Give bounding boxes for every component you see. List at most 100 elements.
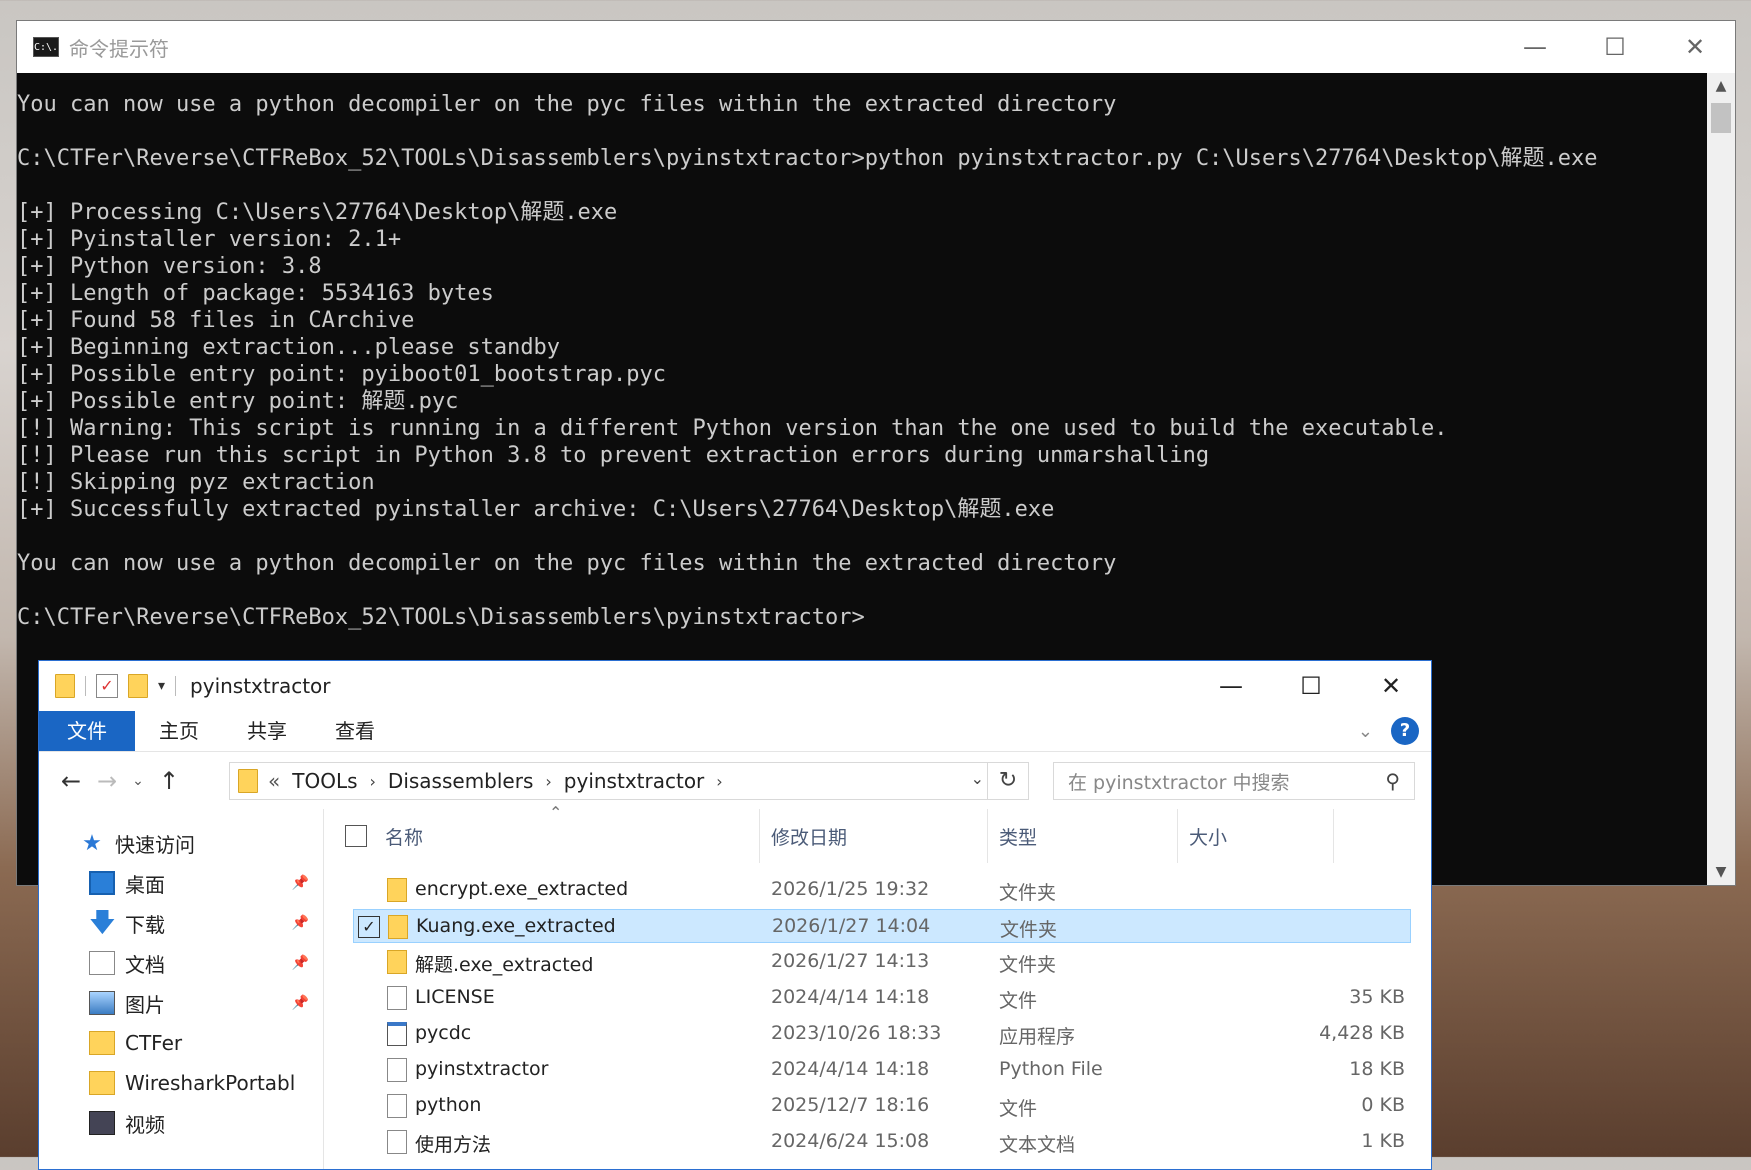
new-folder-icon[interactable] (128, 674, 148, 698)
application-icon (387, 1022, 407, 1046)
console-line: [!] Please run this script in Python 3.8… (17, 443, 1210, 468)
console-line: [+] Python version: 3.8 (17, 254, 322, 279)
address-bar[interactable]: « TOOLs › Disassemblers › pyinstxtractor… (229, 762, 1029, 800)
close-button[interactable]: ✕ (1351, 661, 1431, 711)
ribbon-tabs: 文件 主页 共享 查看 ⌄ ? (39, 711, 1431, 752)
table-row[interactable]: pycdc 2023/10/26 18:33 应用程序 4,428 KB (353, 1017, 1411, 1051)
file-type: 文件夹 (999, 954, 1057, 976)
column-headers: ⌃ 名称 修改日期 类型 大小 (329, 803, 1431, 863)
row-checkbox[interactable] (357, 879, 379, 901)
file-type: 文件夹 (999, 882, 1057, 904)
customize-toolbar-icon[interactable]: ▾ (158, 678, 165, 694)
nav-label: 视频 (125, 1112, 165, 1137)
chevron-right-icon[interactable]: › (716, 772, 722, 791)
chevron-right-icon[interactable]: › (545, 772, 551, 791)
pin-icon[interactable]: 📌 (292, 915, 309, 931)
properties-icon[interactable]: ✓ (96, 674, 118, 698)
search-input[interactable]: 在 pyinstxtractor 中搜索 ⚲ (1053, 762, 1415, 800)
pin-icon[interactable]: 📌 (292, 875, 309, 891)
file-size: 35 KB (1349, 986, 1405, 1008)
file-list: ⌃ 名称 修改日期 类型 大小 encrypt.exe_extracted 202… (329, 803, 1431, 1169)
table-row[interactable]: pyinstxtractor 2024/4/14 14:18 Python File… (353, 1053, 1411, 1087)
star-icon: ★ (82, 830, 102, 856)
nav-quick-access[interactable]: ★ 快速访问 (39, 823, 323, 863)
row-checkbox[interactable] (357, 1131, 379, 1153)
column-date[interactable]: 修改日期 (771, 823, 847, 850)
nav-item-downloads[interactable]: 🡇 下载 📌 (39, 903, 323, 943)
row-checkbox[interactable] (357, 1095, 379, 1117)
table-row[interactable]: LICENSE 2024/4/14 14:18 文件 35 KB (353, 981, 1411, 1015)
breadcrumb-overflow[interactable]: « (268, 769, 280, 793)
tab-share[interactable]: 共享 (223, 711, 311, 751)
maximize-button[interactable]: ☐ (1271, 661, 1351, 711)
table-row[interactable]: 使用方法 2024/6/24 15:08 文本文档 1 KB (353, 1125, 1411, 1159)
forward-arrow-icon[interactable]: → (89, 767, 125, 795)
explorer-titlebar[interactable]: ✓ ▾ pyinstxtractor — ☐ ✕ (39, 661, 1431, 711)
console-line: C:\CTFer\Reverse\CTFReBox_52\TOOLs\Disas… (17, 146, 1598, 171)
table-row[interactable]: python 2025/12/7 18:16 文件 0 KB (353, 1089, 1411, 1123)
console-line: You can now use a python decompiler on t… (17, 92, 1117, 117)
column-name[interactable]: 名称 (385, 823, 423, 850)
select-all-checkbox[interactable] (345, 825, 367, 847)
nav-item-desktop[interactable]: 桌面 📌 (39, 863, 323, 903)
file-type: 文本文档 (999, 1134, 1076, 1156)
recent-locations-icon[interactable]: ⌄ (125, 773, 151, 789)
search-icon[interactable]: ⚲ (1385, 769, 1400, 793)
expand-ribbon-icon[interactable]: ⌄ (1358, 721, 1373, 742)
tab-view[interactable]: 查看 (311, 711, 399, 751)
nav-item-wireshark[interactable]: WiresharkPortabl (39, 1063, 323, 1103)
nav-label: 桌面 (125, 872, 165, 897)
video-icon (89, 1111, 115, 1135)
pin-icon[interactable]: 📌 (292, 955, 309, 971)
row-checkbox[interactable] (357, 1059, 379, 1081)
column-size[interactable]: 大小 (1189, 823, 1227, 850)
nav-label: 下载 (125, 912, 165, 937)
row-checkbox[interactable] (357, 987, 379, 1009)
row-checkbox[interactable]: ✓ (358, 916, 380, 938)
breadcrumb-pyinstxtractor[interactable]: pyinstxtractor (564, 769, 704, 793)
navigation-pane: ★ 快速访问 桌面 📌 🡇 下载 📌 文档 📌 图片 📌 CTFer Wires… (39, 809, 324, 1169)
pin-icon[interactable]: 📌 (292, 995, 309, 1011)
scroll-up-arrow-icon[interactable]: ▲ (1707, 73, 1735, 99)
nav-item-pictures[interactable]: 图片 📌 (39, 983, 323, 1023)
up-arrow-icon[interactable]: ↑ (151, 767, 187, 795)
search-placeholder: 在 pyinstxtractor 中搜索 (1068, 771, 1290, 794)
nav-item-ctfer[interactable]: CTFer (39, 1023, 323, 1063)
breadcrumb-disassemblers[interactable]: Disassemblers (388, 769, 533, 793)
nav-item-documents[interactable]: 文档 📌 (39, 943, 323, 983)
file-date: 2026/1/25 19:32 (771, 878, 930, 900)
minimize-button[interactable]: — (1191, 661, 1271, 711)
close-button[interactable]: ✕ (1655, 21, 1735, 73)
cmd-scrollbar[interactable]: ▲ ▼ (1707, 73, 1735, 885)
text-file-icon (387, 1130, 407, 1154)
scroll-thumb[interactable] (1711, 103, 1731, 133)
console-line: [+] Length of package: 5534163 bytes (17, 281, 494, 306)
scroll-down-arrow-icon[interactable]: ▼ (1707, 859, 1735, 885)
file-name: python (415, 1094, 482, 1116)
table-row[interactable]: 解题.exe_extracted 2026/1/27 14:13 文件夹 (353, 945, 1411, 979)
back-arrow-icon[interactable]: ← (53, 767, 89, 795)
nav-label: 快速访问 (115, 832, 195, 857)
file-icon (387, 986, 407, 1010)
row-checkbox[interactable] (357, 1023, 379, 1045)
minimize-button[interactable]: — (1495, 21, 1575, 73)
help-icon[interactable]: ? (1391, 717, 1419, 745)
file-name: 使用方法 (415, 1134, 492, 1156)
column-type[interactable]: 类型 (999, 823, 1037, 850)
tab-file[interactable]: 文件 (39, 711, 135, 751)
row-checkbox[interactable] (357, 951, 379, 973)
breadcrumb-tools[interactable]: TOOLs (292, 769, 357, 793)
python-file-icon (387, 1058, 407, 1082)
chevron-right-icon[interactable]: › (370, 772, 376, 791)
nav-item-videos[interactable]: 视频 (39, 1103, 323, 1143)
address-dropdown-icon[interactable]: ⌄ (971, 769, 984, 788)
table-row[interactable]: encrypt.exe_extracted 2026/1/25 19:32 文件夹 (353, 873, 1411, 907)
maximize-button[interactable]: ☐ (1575, 21, 1655, 73)
table-row[interactable]: ✓ Kuang.exe_extracted 2026/1/27 14:04 文件夹 (353, 909, 1411, 943)
folder-icon (55, 674, 75, 698)
refresh-icon[interactable]: ↻ (987, 763, 1028, 799)
tab-home[interactable]: 主页 (135, 711, 223, 751)
cmd-titlebar[interactable]: C:\. 命令提示符 — ☐ ✕ (17, 21, 1735, 73)
